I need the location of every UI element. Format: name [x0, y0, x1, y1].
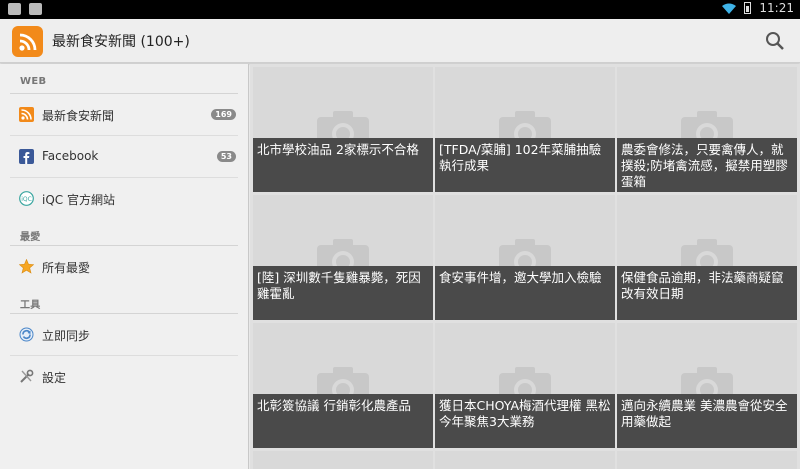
article-card[interactable]: 邁向永續農業 美濃農會從安全用藥做起	[617, 323, 797, 448]
article-card[interactable]: 北彰簽協議 行銷彰化農產品	[253, 323, 433, 448]
article-title: 保健食品逾期，非法藥商疑竄改有效日期	[617, 266, 797, 320]
article-card[interactable]	[435, 451, 615, 469]
article-title: 北彰簽協議 行銷彰化農產品	[253, 394, 433, 448]
article-title: 邁向永續農業 美濃農會從安全用藥做起	[617, 394, 797, 448]
drawer-item-label: 最新食安新聞	[42, 109, 115, 123]
page-title: 最新食安新聞 (100+)	[52, 34, 190, 50]
status-time: 11:21	[759, 1, 794, 15]
article-title: [TFDA/菜脯] 102年菜脯抽驗執行成果	[435, 138, 615, 192]
drawer-item-settings[interactable]: 設定	[10, 356, 238, 397]
action-bar: 最新食安新聞 (100+)	[0, 19, 800, 63]
article-card[interactable]: [陸] 深圳數千隻雞暴斃，死因雞霍亂	[253, 195, 433, 320]
count-badge: 53	[216, 151, 236, 162]
article-card[interactable]	[617, 451, 797, 469]
article-grid: 北市學校油品 2家標示不合格 [TFDA/菜脯] 102年菜脯抽驗執行成果 農委…	[250, 64, 800, 469]
notification-icon	[8, 3, 21, 15]
article-title: 獲日本CHOYA梅酒代理權 黑松今年聚焦3大業務	[435, 394, 615, 448]
article-card[interactable]: 食安事件增，邀大學加入檢驗	[435, 195, 615, 320]
status-right: 11:21	[722, 1, 794, 15]
battery-icon	[744, 2, 752, 14]
section-header-tools: 工具	[20, 300, 41, 311]
iqc-icon: iQC	[19, 191, 34, 206]
drawer-item-latest-news[interactable]: 最新食安新聞 169	[10, 94, 238, 135]
count-badge: 169	[211, 109, 236, 120]
drawer-item-label: 所有最愛	[42, 261, 91, 275]
star-icon	[18, 258, 35, 274]
search-button[interactable]	[764, 30, 786, 52]
drawer-item-label: 立即同步	[42, 329, 91, 343]
status-bar: 11:21	[0, 0, 800, 19]
article-card[interactable]	[253, 451, 433, 469]
drawer-item-iqc-website[interactable]: iQC iQC 官方網站	[10, 178, 238, 219]
drawer-item-all-favorites[interactable]: 所有最愛	[10, 246, 238, 287]
drawer-item-label: 設定	[42, 371, 67, 385]
wifi-icon	[722, 3, 737, 14]
notification-icons	[8, 3, 42, 15]
article-card[interactable]: 農委會修法，只要禽傳人，就撲殺;防堵禽流感，擬禁用塑膠蛋箱	[617, 67, 797, 192]
drawer-item-label: iQC 官方網站	[42, 193, 115, 207]
article-card[interactable]: [TFDA/菜脯] 102年菜脯抽驗執行成果	[435, 67, 615, 192]
drawer-item-facebook[interactable]: Facebook 53	[10, 136, 238, 177]
article-card[interactable]: 獲日本CHOYA梅酒代理權 黑松今年聚焦3大業務	[435, 323, 615, 448]
rss-app-icon[interactable]	[12, 26, 43, 57]
settings-icon	[19, 369, 34, 384]
article-title: [陸] 深圳數千隻雞暴斃，死因雞霍亂	[253, 266, 433, 320]
section-header-web: WEB	[20, 76, 47, 87]
sync-icon	[19, 327, 34, 342]
article-card[interactable]: 北市學校油品 2家標示不合格	[253, 67, 433, 192]
section-header-favorites: 最愛	[20, 232, 41, 243]
drawer-item-label: Facebook	[42, 149, 99, 163]
svg-text:iQC: iQC	[21, 196, 32, 203]
facebook-icon	[19, 149, 34, 164]
article-title: 食安事件增，邀大學加入檢驗	[435, 266, 615, 320]
search-icon	[766, 32, 784, 50]
article-title: 農委會修法，只要禽傳人，就撲殺;防堵禽流感，擬禁用塑膠蛋箱	[617, 138, 797, 192]
drawer-item-sync-now[interactable]: 立即同步	[10, 314, 238, 355]
article-card[interactable]: 保健食品逾期，非法藥商疑竄改有效日期	[617, 195, 797, 320]
rss-icon	[19, 107, 34, 122]
navigation-drawer: WEB 最新食安新聞 169 Facebook 53 iQC iQC 官方網站 …	[0, 64, 249, 469]
article-title: 北市學校油品 2家標示不合格	[253, 138, 433, 192]
notification-icon	[29, 3, 42, 15]
